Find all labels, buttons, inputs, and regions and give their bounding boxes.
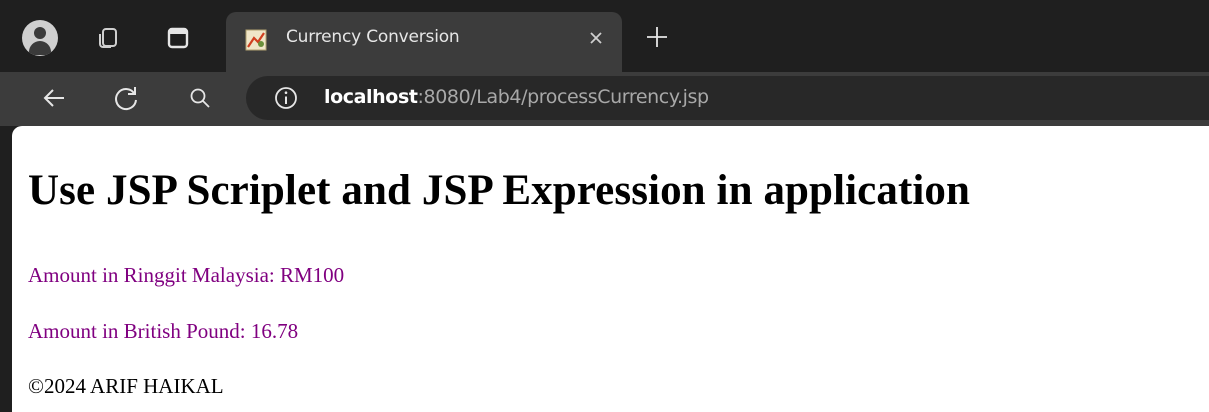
ringgit-amount-text: Amount in Ringgit Malaysia: RM100 (28, 263, 345, 287)
url-host: localhost (324, 86, 418, 108)
site-info-icon[interactable] (272, 84, 300, 112)
jsp-favicon-icon (245, 29, 267, 51)
page-heading: Use JSP Scriplet and JSP Expression in a… (28, 167, 971, 214)
tab-title: Currency Conversion (286, 27, 460, 47)
viewport-corner (12, 126, 22, 136)
new-tab-icon[interactable] (644, 24, 670, 50)
tab-currency-conversion[interactable]: Currency Conversion (226, 12, 622, 72)
footer-copyright: ©2024 ARIF HAIKAL (28, 374, 224, 398)
profile-avatar-icon[interactable] (22, 20, 58, 56)
window-edge (0, 126, 12, 412)
back-arrow-icon[interactable] (38, 82, 70, 114)
close-tab-icon[interactable] (586, 28, 606, 48)
url-path: :8080/Lab4/processCurrency.jsp (417, 86, 710, 108)
tab-groups-icon[interactable] (94, 24, 122, 52)
address-bar-url[interactable]: localhost:8080/Lab4/processCurrency.jsp (324, 86, 709, 108)
vertical-tabs-icon[interactable] (164, 24, 192, 52)
reload-icon[interactable] (110, 82, 142, 114)
pound-amount-text: Amount in British Pound: 16.78 (28, 319, 299, 343)
search-icon[interactable] (186, 84, 214, 112)
